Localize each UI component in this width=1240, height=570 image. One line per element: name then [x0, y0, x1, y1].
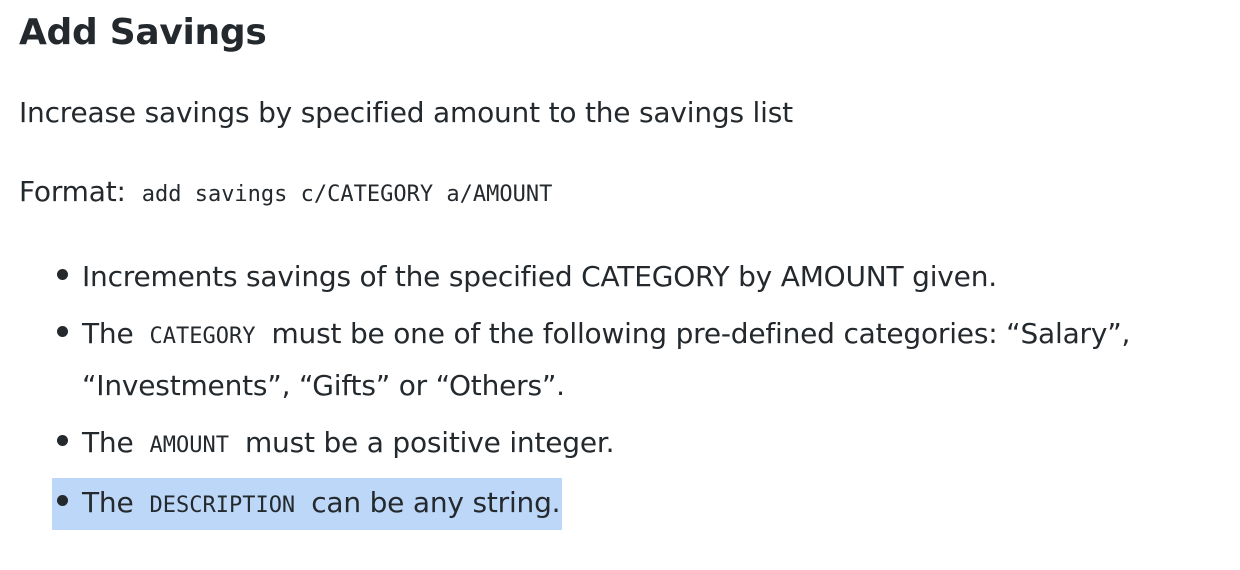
- inline-code-amount: AMOUNT: [149, 433, 229, 458]
- note-prefix: The: [82, 426, 134, 459]
- note-suffix: must be one of the following pre-defined…: [271, 317, 1131, 350]
- list-item: The CATEGORY must be one of the following …: [19, 309, 1219, 410]
- list-item: The AMOUNT must be a positive integer.: [19, 418, 1219, 470]
- bullet-icon: [57, 435, 68, 446]
- inline-code-description: DESCRIPTION: [149, 493, 296, 518]
- list-item: Increments savings of the specified CATE…: [19, 252, 1219, 301]
- note-prefix: The: [82, 486, 134, 519]
- bullet-icon: [57, 495, 68, 506]
- note-continuation: “Investments”, “Gifts” or “Others”.: [82, 369, 565, 402]
- note-text: Increments savings of the specified CATE…: [82, 260, 997, 293]
- section-heading: Add Savings: [19, 12, 267, 53]
- bullet-icon: [57, 326, 68, 337]
- format-label: Format:: [19, 175, 126, 208]
- bullet-icon: [57, 269, 68, 280]
- notes-list: Increments savings of the specified CATE…: [19, 252, 1219, 538]
- note-suffix: can be any string.: [311, 486, 561, 519]
- note-suffix: must be a positive integer.: [244, 426, 615, 459]
- section-description: Increase savings by specified amount to …: [19, 96, 793, 129]
- format-code: add savings c/CATEGORY a/AMOUNT: [141, 182, 553, 207]
- list-item-selected[interactable]: The DESCRIPTION can be any string.: [52, 478, 563, 530]
- format-line: Format: add savings c/CATEGORY a/AMOUNT: [19, 174, 552, 213]
- inline-code-category: CATEGORY: [149, 324, 256, 349]
- note-prefix: The: [82, 317, 134, 350]
